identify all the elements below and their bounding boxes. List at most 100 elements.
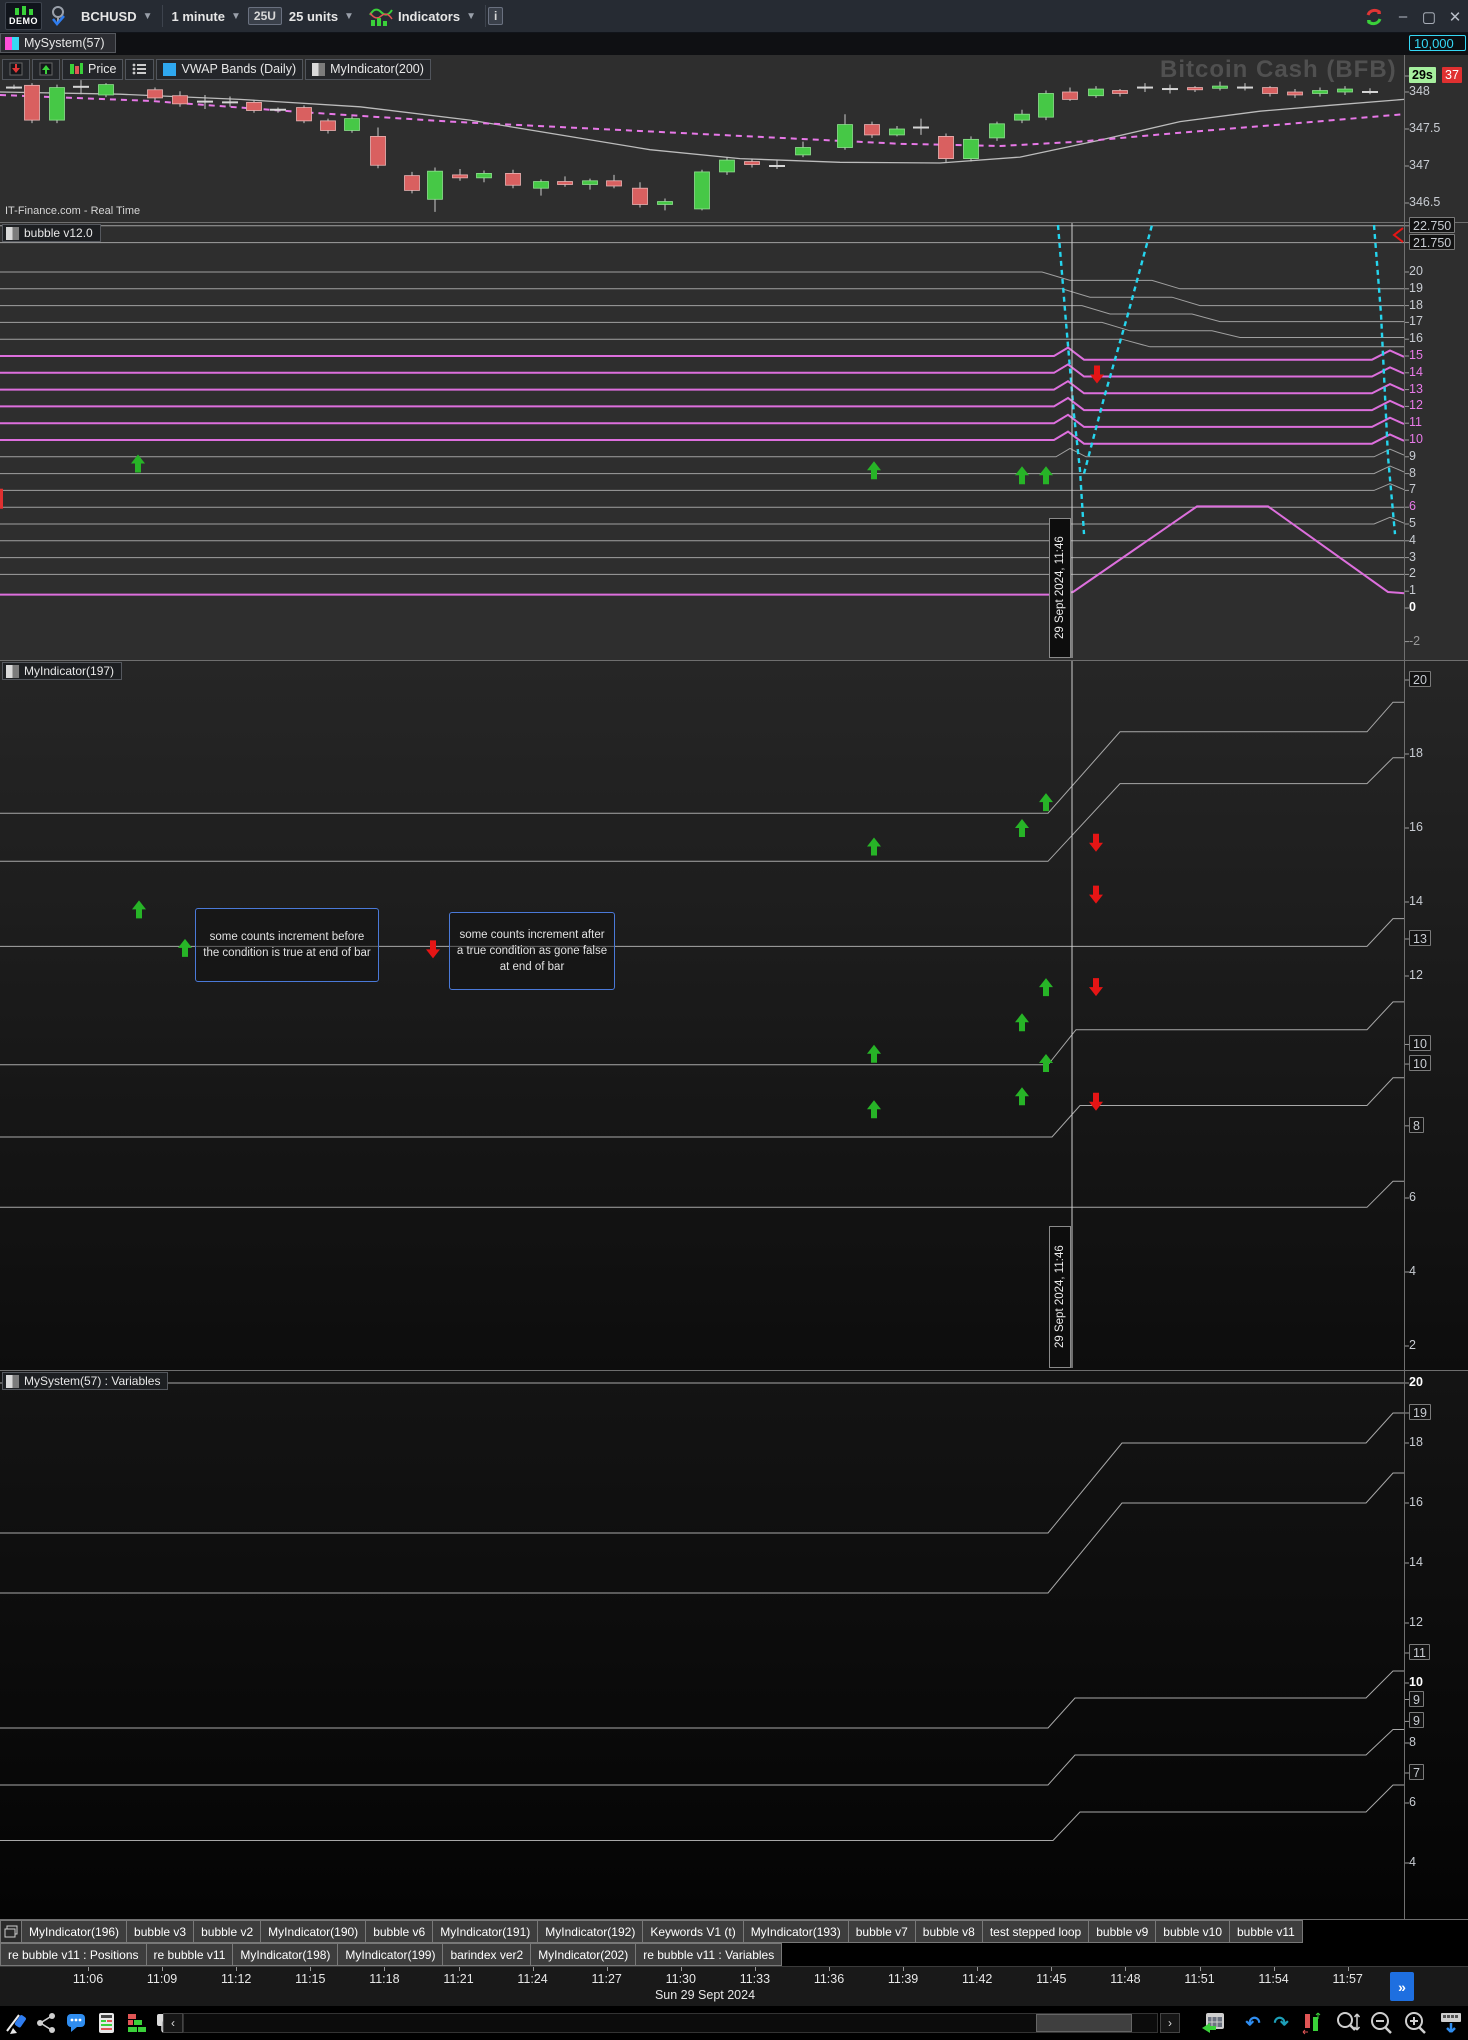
vars-axis-label: 12 xyxy=(1409,1615,1423,1629)
indicator-tab[interactable]: MyIndicator(190) xyxy=(261,1920,367,1943)
indicator-tab[interactable]: bubble v6 xyxy=(366,1920,434,1943)
indicator-tab[interactable]: test stepped loop xyxy=(982,1920,1090,1943)
scroll-left-button[interactable]: ‹ xyxy=(163,2013,183,2033)
indicator-tabs-row-1: MyIndicator(196) bubble v3 bubble v2 MyIndi… xyxy=(0,1920,1468,1943)
redo-button[interactable]: ↷ xyxy=(1268,2010,1294,2036)
calendar-history-button[interactable] xyxy=(1200,2010,1226,2036)
time-label: 11:33 xyxy=(739,1972,771,1986)
adjust-bars-button[interactable] xyxy=(1300,2010,1326,2036)
zoom-in-button[interactable] xyxy=(1402,2010,1428,2036)
list-settings-button[interactable] xyxy=(125,58,155,80)
indicator-tab[interactable]: bubble v8 xyxy=(915,1920,983,1943)
legend-price[interactable]: Price xyxy=(62,58,124,80)
news-button[interactable] xyxy=(94,2010,120,2036)
bubble-axis-label: 20 xyxy=(1409,264,1423,278)
indicator-tab[interactable]: bubble v3 xyxy=(127,1920,195,1943)
indicator-tab[interactable]: MyIndicator(196) xyxy=(22,1920,128,1943)
indicator-color-icon xyxy=(312,62,326,76)
time-label: 11:27 xyxy=(591,1972,622,1986)
time-label: 11:21 xyxy=(443,1972,474,1986)
restore-windows-icon[interactable] xyxy=(0,1920,22,1943)
tab-mysystem[interactable]: MySystem(57) xyxy=(0,33,116,53)
indicator-tab[interactable]: re bubble v11 : Variables xyxy=(636,1943,783,1966)
time-label: 11:12 xyxy=(221,1972,252,1986)
indicator-tab[interactable]: MyIndicator(199) xyxy=(338,1943,444,1966)
bubble-axis-label: 13 xyxy=(1409,382,1423,396)
price-axis-label: 347.5 xyxy=(1409,121,1441,135)
time-label: 11:36 xyxy=(813,1972,845,1986)
candles-logo-icon xyxy=(14,6,33,15)
chat-button[interactable] xyxy=(64,2010,90,2036)
indicator-tab[interactable]: MyIndicator(193) xyxy=(743,1920,849,1943)
pin-tool[interactable] xyxy=(42,0,74,32)
time-label: 11:24 xyxy=(517,1972,548,1986)
bubble-axis-label: 3 xyxy=(1409,550,1416,564)
ind197-axis-label: 2 xyxy=(1409,1338,1416,1352)
legend-ind200[interactable]: MyIndicator(200) xyxy=(305,58,431,80)
indicators-menu[interactable]: Indicators ▼ xyxy=(361,0,483,32)
info-button[interactable]: i xyxy=(487,7,504,25)
units-selector[interactable]: 25 units ▼ xyxy=(282,0,361,32)
indicator-tab[interactable]: bubble v10 xyxy=(1156,1920,1230,1943)
price-legend: Price VWAP Bands (Daily) MyIndicator(200… xyxy=(2,58,431,80)
indicator-tab[interactable]: MyIndicator(192) xyxy=(538,1920,644,1943)
indicator-tab[interactable]: re bubble v11 xyxy=(146,1943,234,1966)
undo-button[interactable]: ↶ xyxy=(1240,2010,1266,2036)
indicator-tab[interactable]: barindex ver2 xyxy=(443,1943,532,1966)
scroll-track[interactable] xyxy=(183,2013,1158,2033)
refresh-icon[interactable] xyxy=(1362,5,1386,29)
sell-marker-button[interactable] xyxy=(2,58,30,80)
bricks-chart-button[interactable] xyxy=(124,2010,150,2036)
vars-panel-title[interactable]: MySystem(57) : Variables xyxy=(2,1372,169,1390)
top-toolbar: DEMO BCHUSD ▼ 1 minute ▼ 25U 25 units ▼ Ind… xyxy=(0,0,1468,33)
vars-axis-label: 10 xyxy=(1409,1675,1423,1689)
share-button[interactable] xyxy=(34,2010,60,2036)
indicator-tab[interactable]: bubble v2 xyxy=(194,1920,262,1943)
indicator-tab[interactable]: MyIndicator(202) xyxy=(531,1943,637,1966)
bubble-axis-label: 6 xyxy=(1409,499,1416,513)
ind197-panel-title[interactable]: MyIndicator(197) xyxy=(2,662,123,680)
vars-axis-label: 14 xyxy=(1409,1555,1423,1569)
indicator-curves-icon xyxy=(369,8,393,26)
bars-count-button[interactable]: 25U xyxy=(247,7,282,25)
buy-marker-button[interactable] xyxy=(32,58,60,80)
ind197-axis-label: 20 xyxy=(1409,671,1431,687)
symbol-selector[interactable]: BCHUSD ▼ xyxy=(74,0,160,32)
maximize-button[interactable]: ▢ xyxy=(1420,8,1438,26)
timeframe-selector[interactable]: 1 minute ▼ xyxy=(165,0,248,32)
bubble-panel-title[interactable]: bubble v12.0 xyxy=(2,224,101,242)
time-tick xyxy=(1051,1967,1053,1971)
indicator-tab[interactable]: bubble v11 xyxy=(1230,1920,1303,1943)
indicator-tab[interactable]: re bubble v11 : Positions xyxy=(0,1943,147,1966)
scroll-right-button[interactable]: › xyxy=(1160,2013,1180,2033)
ind197-axis-label: 12 xyxy=(1409,968,1423,982)
ind197-title-label: MyIndicator(197) xyxy=(24,664,115,678)
close-button[interactable]: ✕ xyxy=(1446,8,1464,26)
time-tick xyxy=(606,1967,608,1971)
minimize-button[interactable]: – xyxy=(1394,8,1412,25)
indicator-tab[interactable]: Keywords V1 (t) xyxy=(643,1920,744,1943)
indicator-tab[interactable]: MyIndicator(191) xyxy=(433,1920,539,1943)
indicator-color-icon xyxy=(6,664,19,678)
time-tick xyxy=(458,1967,460,1971)
ind197-cursor-timestamp: 29 Sept 2024, 11:46 xyxy=(1049,1226,1071,1368)
demo-badge: DEMO xyxy=(5,2,42,30)
scroll-thumb[interactable] xyxy=(1036,2014,1132,2032)
zoom-out-button[interactable] xyxy=(1368,2010,1394,2036)
dock-panel-button[interactable] xyxy=(1438,2010,1464,2036)
draw-tool-button[interactable] xyxy=(4,2010,30,2036)
time-label: 11:54 xyxy=(1258,1972,1289,1986)
vars-axis-label: 7 xyxy=(1409,1764,1424,1780)
indicator-tab[interactable]: bubble v9 xyxy=(1089,1920,1157,1943)
bubble-panel xyxy=(0,222,1468,660)
price-axis-label: 348 xyxy=(1409,84,1430,98)
pin-icon xyxy=(52,6,65,26)
forward-button[interactable]: » xyxy=(1390,1972,1414,2001)
indicator-tab[interactable]: MyIndicator(198) xyxy=(233,1943,339,1966)
zoom-vertical-button[interactable] xyxy=(1334,2010,1360,2036)
legend-vwap[interactable]: VWAP Bands (Daily) xyxy=(156,58,304,80)
date-label: Sun 29 Sept 2024 xyxy=(654,1988,756,2002)
bubble-axis-label: 11 xyxy=(1409,415,1422,429)
indicator-tab[interactable]: bubble v7 xyxy=(848,1920,916,1943)
divider xyxy=(484,5,486,27)
